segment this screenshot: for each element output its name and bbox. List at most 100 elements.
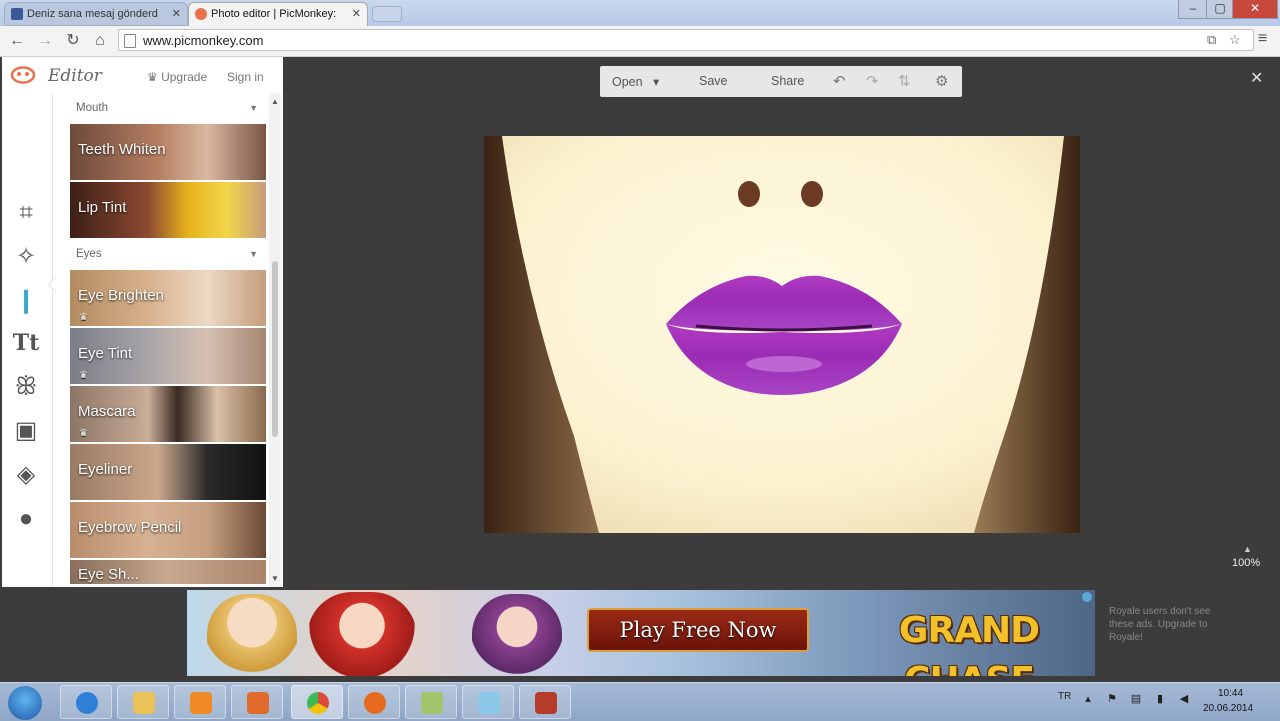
signal-icon[interactable]: ▮	[1154, 693, 1166, 705]
taskbar-chrome[interactable]	[291, 685, 343, 719]
effect-label: Mascara	[78, 403, 136, 420]
upgrade-label: Upgrade	[161, 70, 208, 84]
close-tab-icon[interactable]: ✕	[172, 3, 181, 25]
crop-icon[interactable]: ⌗	[10, 197, 42, 229]
taskbar-recorder[interactable]	[519, 685, 571, 719]
browser-toolbar: ← → ↻ ⌂ www.picmonkey.com ⧉ ☆ ≡	[0, 26, 1280, 57]
effect-label: Eyebrow Pencil	[78, 519, 182, 536]
ad-character-3	[472, 594, 562, 676]
notes-icon	[421, 692, 443, 714]
new-tab-button[interactable]	[372, 6, 402, 22]
share-button[interactable]: Share	[771, 74, 804, 88]
tab-picmonkey[interactable]: Photo editor | PicMonkey: ✕	[188, 2, 368, 26]
section-header-eyes[interactable]: Eyes ▼	[70, 243, 266, 265]
folder-icon	[133, 692, 155, 714]
reload-icon[interactable]: ↻	[62, 30, 84, 52]
recorder-icon	[535, 692, 557, 714]
taskbar-notes[interactable]	[405, 685, 457, 719]
scrollbar-thumb[interactable]	[272, 261, 278, 437]
sign-in-link[interactable]: Sign in	[227, 70, 264, 84]
effect-teeth-whiten[interactable]: Teeth Whiten	[70, 124, 266, 180]
upgrade-link[interactable]: ♛ Upgrade	[147, 70, 207, 84]
taskbar-paint[interactable]	[462, 685, 514, 719]
volume-icon[interactable]: ◀	[1178, 693, 1190, 705]
text-icon[interactable]: Tt	[10, 327, 42, 359]
menu-icon[interactable]: ≡	[1258, 30, 1267, 48]
frame-icon[interactable]: ▣	[10, 415, 42, 447]
app-logo-text: Editor	[48, 66, 102, 86]
url-text: www.picmonkey.com	[143, 33, 264, 48]
redo-icon[interactable]: ↷	[866, 72, 879, 90]
app-icon	[247, 692, 269, 714]
effect-mascara[interactable]: Mascara ♛	[70, 386, 266, 442]
effect-eye-brighten[interactable]: Eye Brighten ♛	[70, 270, 266, 326]
undo-icon[interactable]: ↶	[833, 72, 846, 90]
flag-icon[interactable]: ⚑	[1106, 693, 1118, 705]
picmonkey-icon	[195, 8, 207, 20]
tab-facebook[interactable]: Deniz sana mesaj gönderd ✕	[4, 2, 188, 26]
minimize-button[interactable]: –	[1178, 0, 1208, 19]
close-tab-icon[interactable]: ✕	[352, 3, 361, 25]
grand-chase-logo: GRAND CHASE	[898, 610, 1040, 676]
texture-icon[interactable]: ◈	[10, 459, 42, 491]
lipstick-icon[interactable]: ❙	[10, 285, 42, 317]
lip-highlight	[746, 356, 822, 372]
windows-start-icon[interactable]	[8, 686, 42, 720]
gear-icon[interactable]: ⚙	[935, 72, 948, 90]
maximize-button[interactable]: ▢	[1206, 0, 1234, 19]
section-header-mouth[interactable]: Mouth ▼	[70, 97, 266, 119]
home-icon[interactable]: ⌂	[89, 30, 111, 52]
page-icon	[124, 34, 136, 48]
effect-label: Eye Tint	[78, 345, 133, 362]
play-free-now-button[interactable]: Play Free Now	[587, 608, 809, 652]
close-window-button[interactable]: ✕	[1232, 0, 1278, 19]
butterfly-icon[interactable]: ꕥ	[10, 371, 42, 403]
forward-arrow-icon[interactable]: →	[34, 30, 56, 52]
photo-canvas[interactable]	[484, 136, 1080, 533]
taskbar-app[interactable]	[231, 685, 283, 719]
language-indicator[interactable]: TR	[1058, 691, 1071, 702]
zoom-up-icon[interactable]: ▲	[1243, 544, 1252, 554]
zoom-level[interactable]: 100%	[1232, 557, 1260, 569]
save-button[interactable]: Save	[699, 74, 728, 88]
close-editor-icon[interactable]: ✕	[1250, 68, 1263, 88]
panel-scrollbar[interactable]: ▲ ▼	[269, 93, 281, 587]
translate-icon[interactable]: ⧉	[1207, 32, 1216, 48]
ad-banner[interactable]: Play Free Now GRAND CHASE	[187, 590, 1095, 676]
effect-label: Teeth Whiten	[78, 141, 166, 158]
bookmark-star-icon[interactable]: ☆	[1229, 32, 1241, 48]
scroll-up-icon[interactable]: ▲	[269, 97, 281, 106]
tray-up-icon[interactable]: ▴	[1082, 693, 1094, 705]
nostril-left	[738, 181, 760, 207]
effect-eye-shadow[interactable]: Eye Sh...	[70, 560, 266, 584]
open-label: Open	[612, 75, 643, 89]
taskbar-explorer[interactable]	[117, 685, 169, 719]
network-icon[interactable]: ▤	[1130, 693, 1142, 705]
taskbar-media-player[interactable]	[174, 685, 226, 719]
effect-eye-tint[interactable]: Eye Tint ♛	[70, 328, 266, 384]
section-label: Eyes	[76, 248, 102, 260]
ad-cta-label: Play Free Now	[619, 618, 777, 642]
effect-eyeliner[interactable]: Eyeliner	[70, 444, 266, 500]
ad-choices-icon[interactable]	[1082, 592, 1092, 602]
address-bar[interactable]: www.picmonkey.com ⧉ ☆	[118, 29, 1254, 51]
magic-wand-icon[interactable]: ✧	[10, 241, 42, 273]
effect-label: Lip Tint	[78, 199, 127, 216]
effect-eyebrow-pencil[interactable]: Eyebrow Pencil	[70, 502, 266, 558]
ad-character-2	[307, 592, 417, 676]
open-button[interactable]: Open ▾	[612, 74, 659, 89]
history-icon[interactable]: ⇅	[898, 72, 911, 90]
back-arrow-icon[interactable]: ←	[6, 30, 28, 52]
firefox-icon	[364, 692, 386, 714]
scroll-down-icon[interactable]: ▼	[269, 574, 281, 583]
clock-date[interactable]: 20.06.2014	[1203, 703, 1253, 714]
tool-rail: ⌗ ✧ ❙ Tt ꕥ ▣ ◈ ●	[2, 93, 53, 587]
apple-icon[interactable]: ●	[10, 503, 42, 535]
taskbar-ie[interactable]	[60, 685, 112, 719]
effect-lip-tint[interactable]: Lip Tint	[70, 182, 266, 238]
media-player-icon	[190, 692, 212, 714]
taskbar-firefox[interactable]	[348, 685, 400, 719]
tab-title: Photo editor | PicMonkey:	[211, 8, 337, 20]
section-label: Mouth	[76, 102, 108, 114]
clock-time[interactable]: 10:44	[1218, 688, 1243, 699]
